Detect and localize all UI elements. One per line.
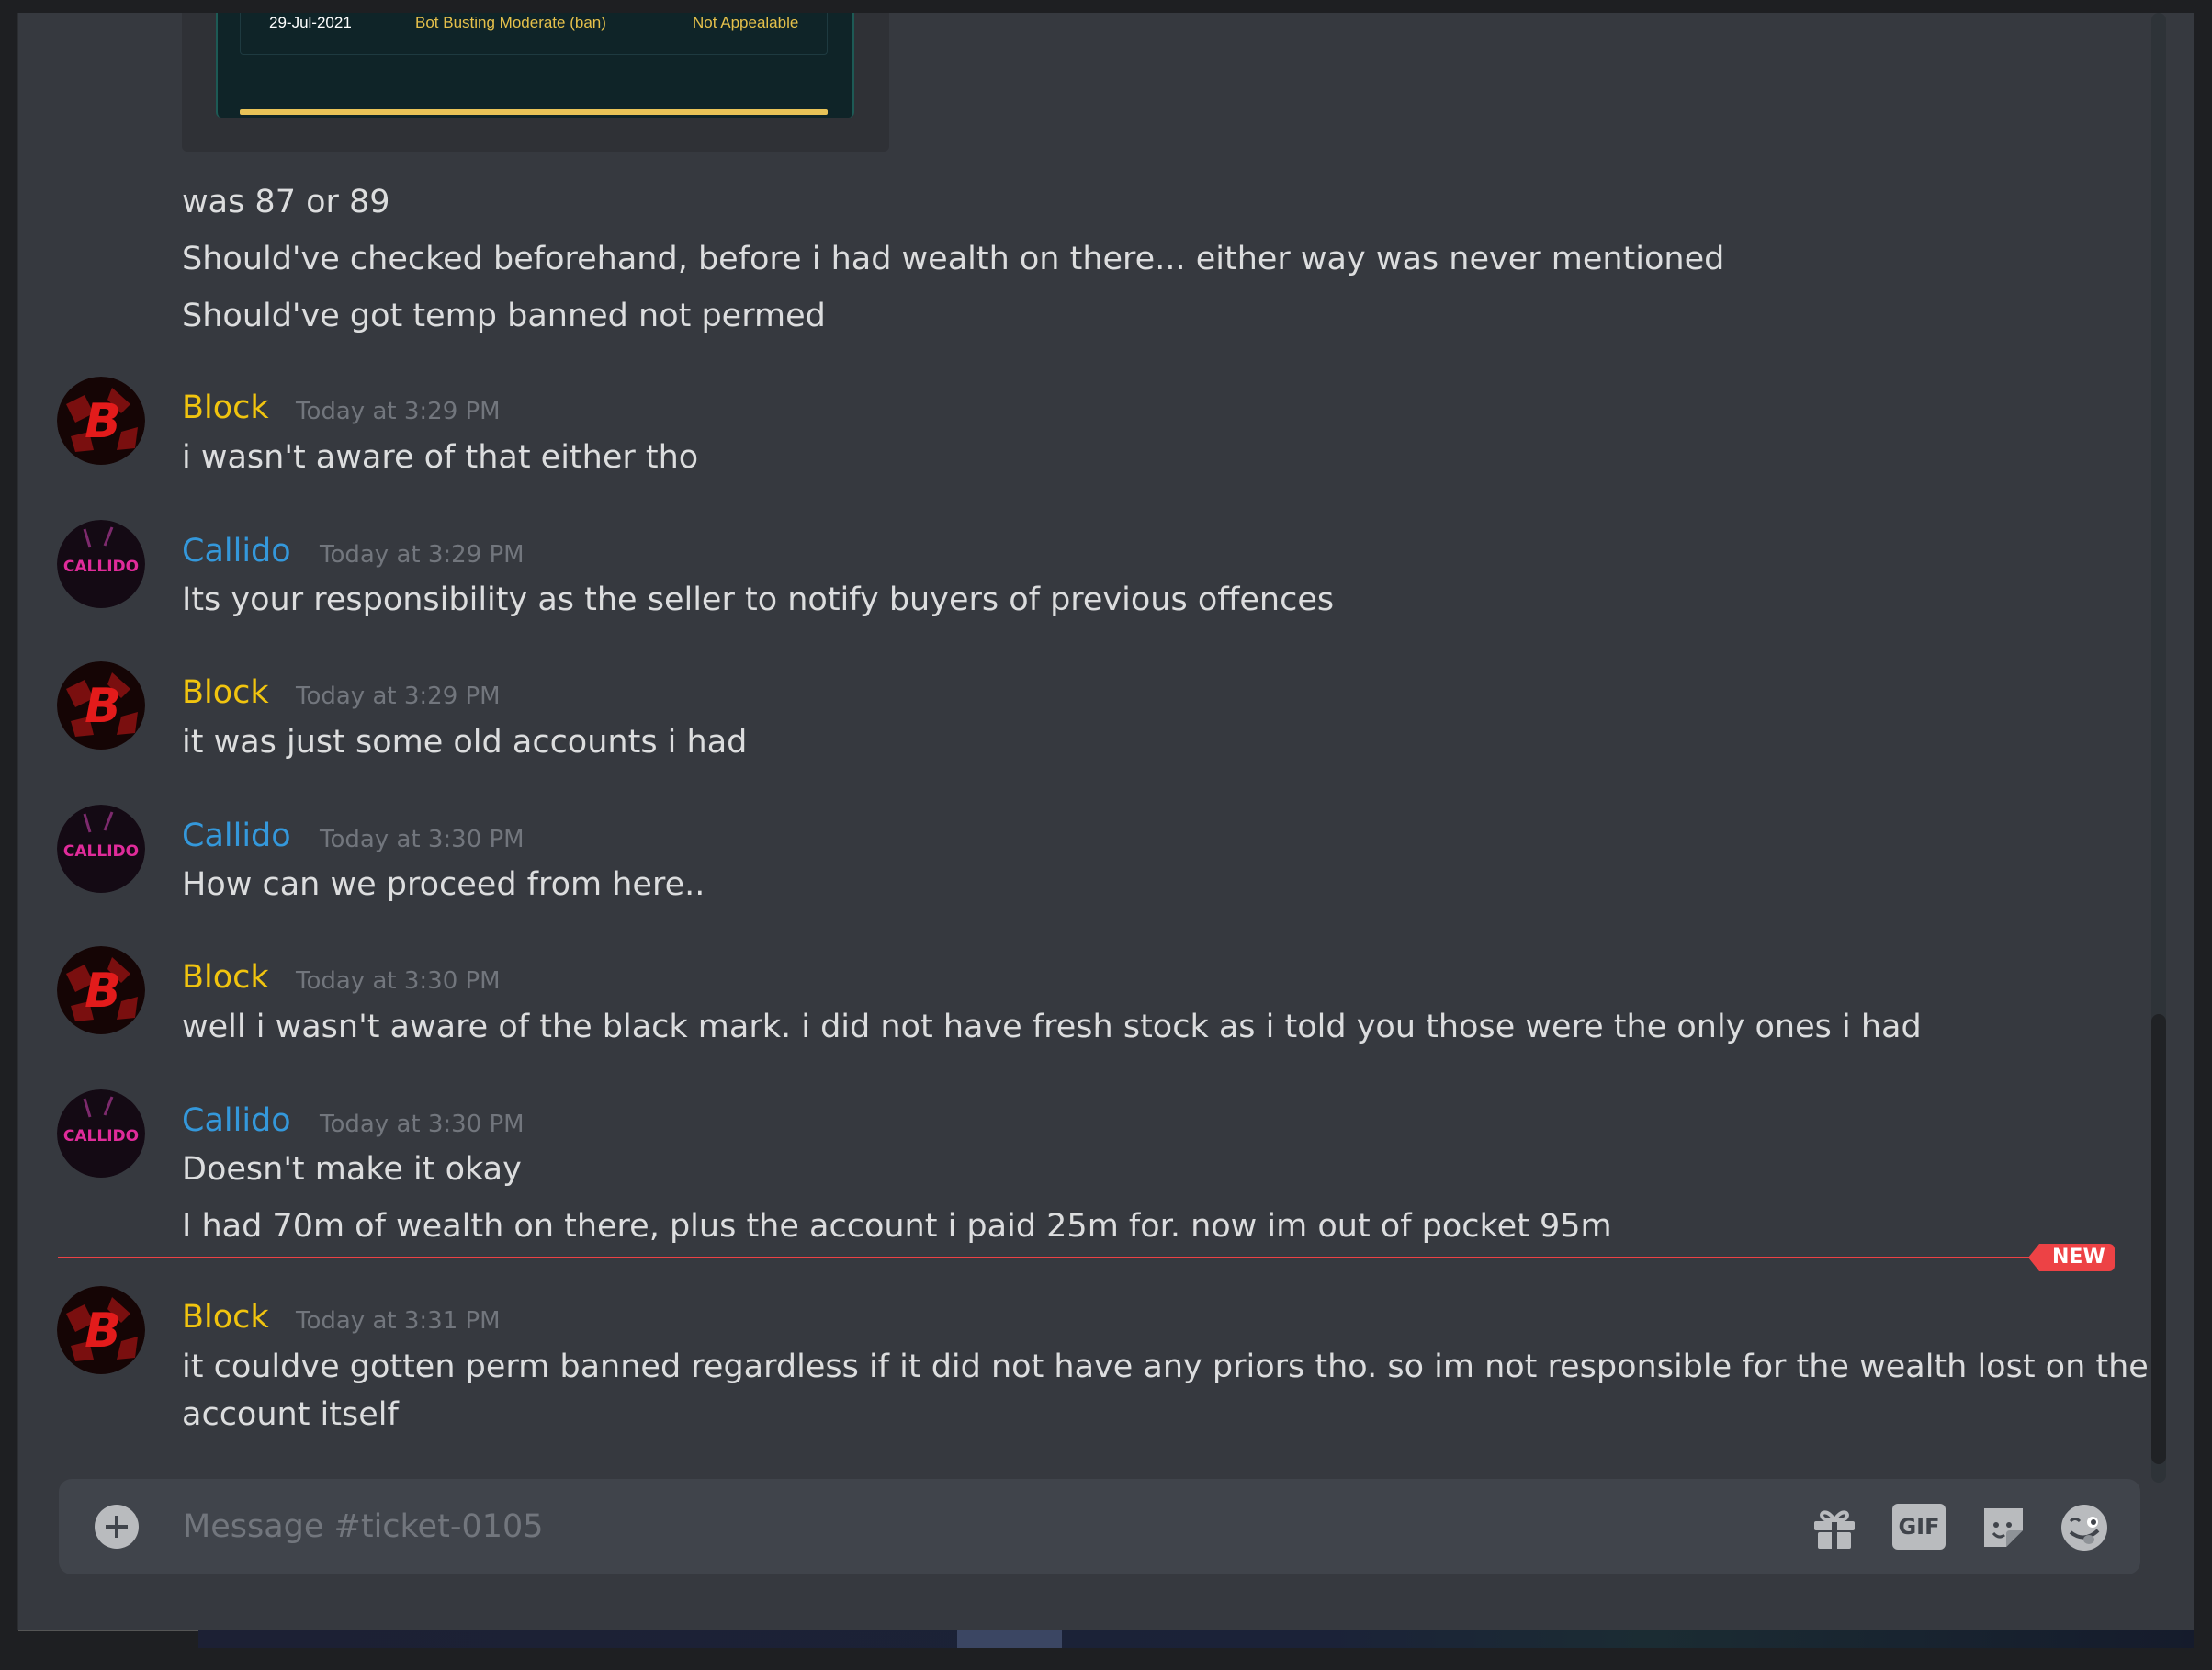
avatar-callido[interactable]: CALLIDO [57, 1089, 145, 1178]
offence-highlight-bar [240, 109, 828, 115]
author-name[interactable]: Block [182, 388, 269, 428]
callido-avatar-icon: CALLIDO [57, 1089, 145, 1178]
timestamp: Today at 3:31 PM [296, 1307, 501, 1335]
avatar-callido[interactable]: CALLIDO [57, 520, 145, 608]
callido-avatar-icon: CALLIDO [57, 805, 145, 893]
author-name[interactable]: Block [182, 672, 269, 713]
author-name[interactable]: Block [182, 957, 269, 998]
message-text: Should've checked beforehand, before i h… [182, 241, 1725, 277]
avatar-block[interactable]: B [57, 1286, 145, 1374]
block-avatar-icon: B [57, 946, 145, 1034]
avatar-block[interactable]: B [57, 946, 145, 1034]
block-avatar-icon: B [57, 1286, 145, 1374]
message-text: well i wasn't aware of the black mark. i… [182, 1009, 1922, 1045]
new-messages-divider [58, 1257, 2111, 1258]
taskbar-start-area [18, 1630, 198, 1648]
block-avatar-icon: B [57, 377, 145, 465]
window-bottom-border [0, 1648, 2212, 1670]
author-name[interactable]: Callido [182, 1100, 291, 1141]
add-attachment-icon[interactable] [95, 1505, 139, 1549]
scrollbar-thumb[interactable] [2151, 1014, 2166, 1464]
timestamp: Today at 3:29 PM [296, 398, 501, 425]
callido-avatar-icon: CALLIDO [57, 520, 145, 608]
message-text: i wasn't aware of that either tho [182, 439, 699, 476]
svg-text:B: B [85, 679, 121, 734]
message-text: Its your responsibility as the seller to… [182, 581, 1335, 618]
avatar-block[interactable]: B [57, 377, 145, 465]
timestamp: Today at 3:29 PM [296, 683, 501, 710]
offence-appeal-status: Not Appealable [693, 14, 799, 31]
message-input[interactable] [183, 1503, 1836, 1551]
avatar-callido[interactable]: CALLIDO [57, 805, 145, 893]
offence-date: 29-Jul-2021 [269, 14, 352, 31]
message-text: account itself [182, 1396, 399, 1433]
message-composer[interactable]: GIF [59, 1479, 2140, 1574]
new-messages-badge: NEW [2028, 1244, 2115, 1271]
svg-text:CALLIDO: CALLIDO [63, 1127, 139, 1145]
block-avatar-icon: B [57, 661, 145, 750]
svg-text:CALLIDO: CALLIDO [63, 842, 139, 861]
message-text: How can we proceed from here.. [182, 866, 705, 903]
timestamp: Today at 3:30 PM [320, 826, 525, 853]
offence-history-image: 29-Jul-2021 Bot Busting Moderate (ban) N… [216, 13, 854, 118]
taskbar [18, 1630, 2194, 1648]
message-text: it couldve gotten perm banned regardless… [182, 1348, 2149, 1385]
sticker-icon[interactable] [1979, 1503, 2028, 1552]
message-text: it was just some old accounts i had [182, 724, 748, 761]
avatar-block[interactable]: B [57, 661, 145, 750]
gift-icon[interactable] [1810, 1503, 1859, 1552]
message-text: I had 70m of wealth on there, plus the a… [182, 1208, 1612, 1245]
taskbar-active-app[interactable] [957, 1630, 1062, 1648]
svg-text:B: B [85, 1303, 121, 1359]
timestamp: Today at 3:30 PM [320, 1111, 525, 1138]
emoji-icon[interactable] [2060, 1503, 2109, 1552]
gif-icon[interactable]: GIF [1892, 1504, 1946, 1550]
window-top-border [0, 0, 2212, 13]
author-name[interactable]: Callido [182, 816, 291, 856]
timestamp: Today at 3:29 PM [320, 541, 525, 569]
message-text: was 87 or 89 [182, 184, 390, 220]
timestamp: Today at 3:30 PM [296, 967, 501, 995]
chat-messages-pane[interactable]: 29-Jul-2021 Bot Busting Moderate (ban) N… [18, 13, 2194, 1630]
svg-text:B: B [85, 964, 121, 1019]
author-name[interactable]: Block [182, 1297, 269, 1337]
window-left-border [0, 0, 18, 1670]
svg-text:B: B [85, 394, 121, 449]
offence-type: Bot Busting Moderate (ban) [415, 14, 606, 31]
message-text: Should've got temp banned not permed [182, 298, 826, 334]
offence-row: 29-Jul-2021 Bot Busting Moderate (ban) N… [240, 13, 828, 55]
svg-text:CALLIDO: CALLIDO [63, 558, 139, 576]
message-text: Doesn't make it okay [182, 1151, 522, 1188]
image-attachment[interactable]: 29-Jul-2021 Bot Busting Moderate (ban) N… [182, 13, 889, 152]
author-name[interactable]: Callido [182, 531, 291, 571]
